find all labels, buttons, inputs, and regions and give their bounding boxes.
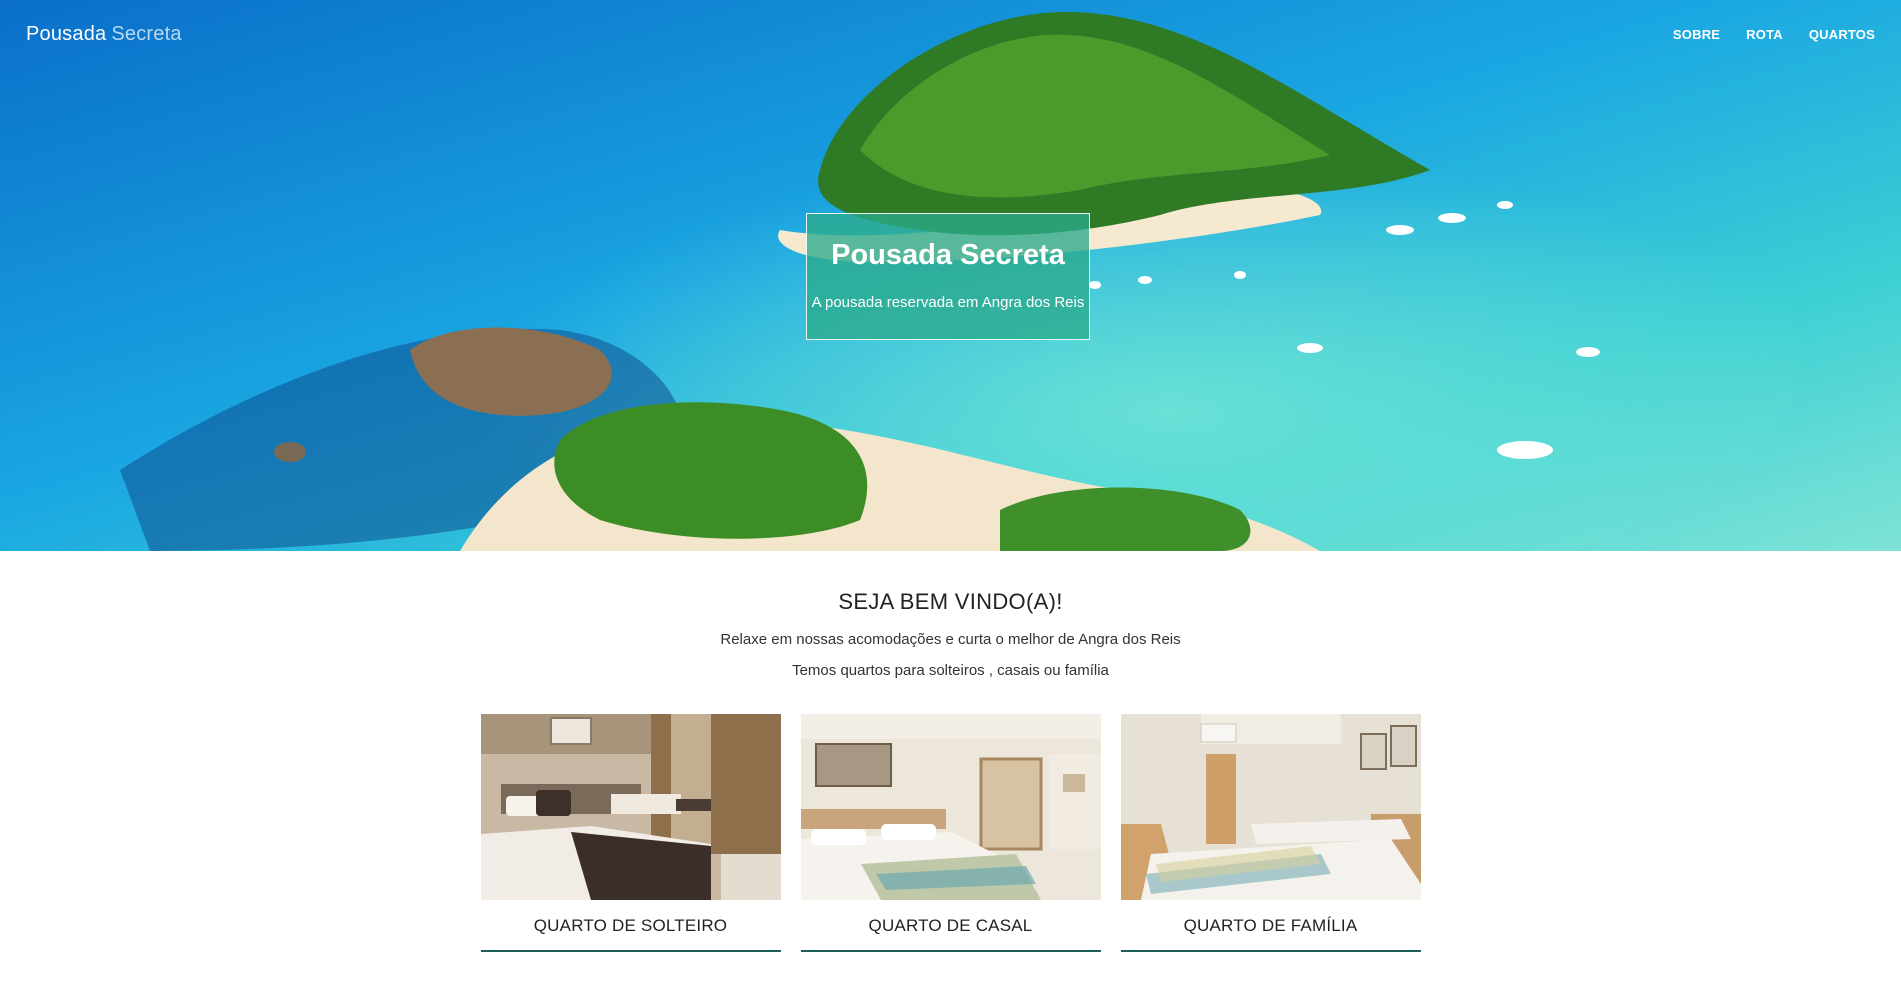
hero-banner: Pousada Secreta SOBRE ROTA QUARTOS Pousad… (0, 0, 1901, 551)
room-label-single: QUARTO DE SOLTEIRO (480, 900, 781, 952)
top-navbar: Pousada Secreta SOBRE ROTA QUARTOS (0, 0, 1901, 68)
hero-title: Pousada Secreta (831, 239, 1065, 271)
welcome-section: SEJA BEM VINDO(A)! Relaxe em nossas acom… (0, 551, 1901, 679)
double-room-photo (800, 714, 1101, 900)
room-card-double[interactable]: QUARTO DE CASAL (800, 714, 1101, 952)
welcome-title: SEJA BEM VINDO(A)! (838, 589, 1063, 614)
hero-subtitle: A pousada reservada em Angra dos Reis (811, 294, 1085, 311)
room-card-family[interactable]: QUARTO DE FAMÍLIA (1120, 714, 1421, 952)
nav-link-rota[interactable]: ROTA (1746, 27, 1783, 42)
hero-title-box: Pousada Secreta A pousada reservada em A… (806, 213, 1090, 340)
nav-link-sobre[interactable]: SOBRE (1673, 27, 1720, 42)
welcome-text-line-2: Temos quartos para solteiros , casais ou… (792, 662, 1109, 679)
welcome-text-line-1: Relaxe em nossas acomodações e curta o m… (720, 631, 1181, 648)
brand-logo-link[interactable]: Pousada Secreta (26, 23, 182, 46)
room-label-double: QUARTO DE CASAL (800, 900, 1101, 952)
family-room-photo (1120, 714, 1421, 900)
nav-links: SOBRE ROTA QUARTOS (1673, 27, 1875, 42)
brand-primary-text: Pousada (26, 22, 107, 45)
nav-link-quartos[interactable]: QUARTOS (1809, 27, 1875, 42)
brand-secondary-text: Secreta (111, 22, 182, 45)
room-card-single[interactable]: QUARTO DE SOLTEIRO (480, 714, 781, 952)
room-label-family: QUARTO DE FAMÍLIA (1120, 900, 1421, 952)
single-room-photo (480, 714, 781, 900)
rooms-section: QUARTO DE SOLTEIRO QUARTO DE CASAL QUART… (0, 714, 1901, 952)
